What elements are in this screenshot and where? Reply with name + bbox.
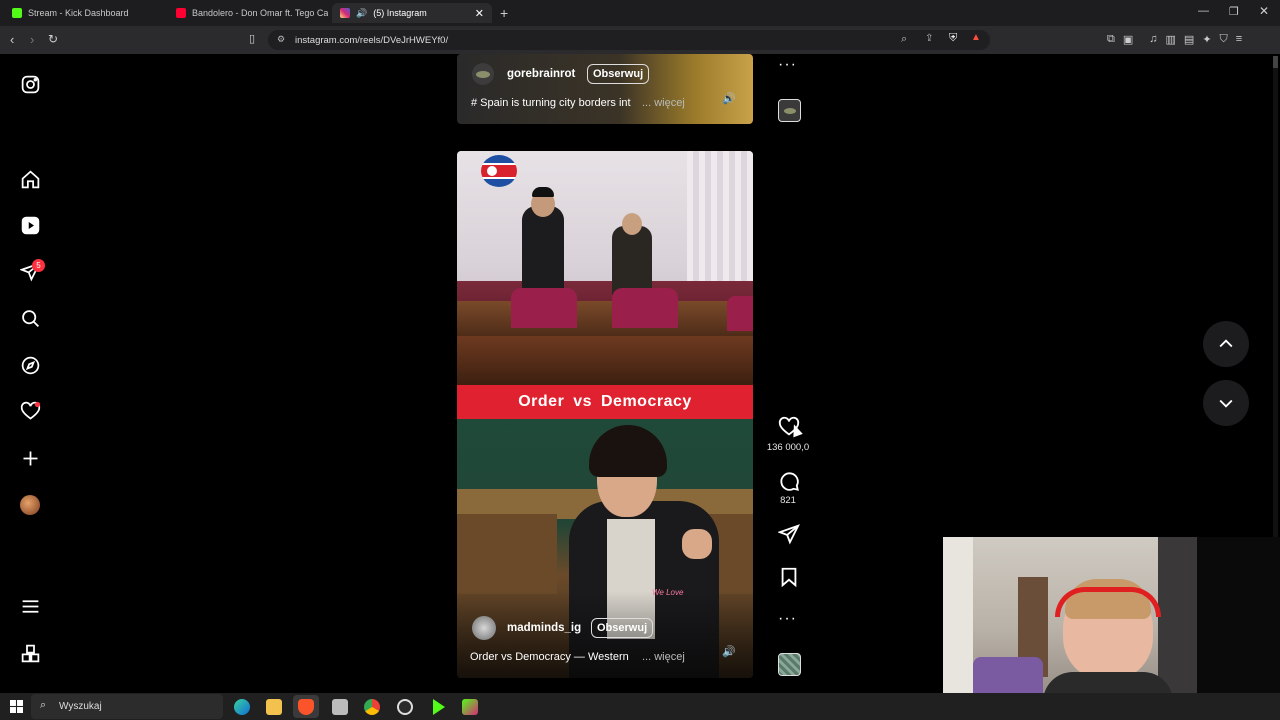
tab-label: Stream - Kick Dashboard	[28, 8, 129, 18]
windows-start-icon[interactable]	[10, 700, 23, 718]
reel-caption: Order vs Democracy — Western	[470, 651, 629, 663]
next-reel-button[interactable]	[1203, 380, 1249, 426]
comment-count[interactable]: 821	[758, 495, 818, 506]
kick-favicon-icon	[12, 8, 22, 18]
like-count[interactable]: 136 000,0	[758, 442, 818, 453]
profile-avatar[interactable]	[18, 493, 42, 517]
tab-label: Bandolero - Don Omar ft. Tego Calde	[192, 8, 328, 18]
brave-icon	[298, 699, 314, 715]
brave-shield-icon[interactable]: ⛨	[949, 32, 957, 45]
north-korea-flag-icon	[481, 155, 517, 187]
current-reel[interactable]: Order vs Democracy We Love madminds_ig O…	[457, 151, 753, 678]
minimize-icon[interactable]: —	[1198, 5, 1209, 17]
forward-icon[interactable]: ›	[30, 32, 34, 47]
search-icon[interactable]	[18, 306, 42, 330]
reel-author-avatar[interactable]	[472, 616, 496, 640]
sidebar-toggle-icon[interactable]: ▥	[1166, 33, 1176, 46]
follow-button[interactable]: Obserwuj	[591, 618, 654, 638]
share-icon[interactable]: ⇪	[925, 33, 933, 44]
leo-ai-icon[interactable]: ✦	[1202, 33, 1211, 46]
reel-title-text: Order vs Democracy	[518, 393, 692, 410]
brave-taskbar-active[interactable]	[293, 695, 319, 718]
more-menu-icon[interactable]	[18, 594, 42, 618]
comment-icon[interactable]	[778, 470, 800, 497]
caption-more-link[interactable]: ... więcej	[642, 97, 685, 109]
audio-thumbnail[interactable]	[778, 653, 801, 676]
tab-audio-icon[interactable]: 🔊	[356, 8, 367, 19]
save-bookmark-icon[interactable]	[778, 566, 800, 593]
youtube-favicon-icon	[176, 8, 186, 18]
url-text: instagram.com/reels/DVeJrHWEYf0/	[295, 34, 449, 46]
webcam-side-area	[1197, 537, 1280, 693]
restore-icon[interactable]: ❐	[1229, 5, 1239, 18]
reels-icon[interactable]	[18, 213, 42, 237]
reel-author-username[interactable]: madminds_ig	[507, 622, 581, 634]
app-icon[interactable]	[332, 699, 348, 715]
brave-rewards-icon[interactable]: ▲	[971, 32, 981, 43]
more-options-icon[interactable]: ···	[778, 56, 797, 74]
close-tab-icon[interactable]: ✕	[475, 7, 484, 20]
music-icon[interactable]: ♫	[1149, 33, 1157, 46]
notifications-heart-icon[interactable]	[18, 399, 42, 423]
app-icon[interactable]	[462, 699, 478, 715]
back-icon[interactable]: ‹	[10, 32, 14, 47]
zoom-icon[interactable]: ⌕	[901, 33, 907, 46]
reel-author-avatar[interactable]	[472, 63, 494, 85]
explore-icon[interactable]	[18, 353, 42, 377]
url-bar[interactable]: ⚙ instagram.com/reels/DVeJrHWEYf0/ ⌕ ⇪ ⛨…	[268, 30, 990, 50]
tab-youtube[interactable]: Bandolero - Don Omar ft. Tego Calde	[168, 3, 328, 23]
instagram-logo-icon[interactable]	[18, 72, 42, 96]
browser-tab-bar: Stream - Kick Dashboard Bandolero - Don …	[0, 0, 1280, 26]
obs-icon[interactable]	[397, 699, 413, 715]
scrollbar-thumb[interactable]	[1273, 56, 1278, 68]
close-window-icon[interactable]: ✕	[1259, 4, 1269, 18]
caption-more-link[interactable]: ... więcej	[642, 651, 685, 663]
site-info-icon[interactable]: ⚙	[277, 34, 285, 45]
more-options-icon[interactable]: ···	[778, 610, 797, 628]
taskbar-search-text: Wyszukaj	[59, 701, 102, 712]
kick-taskbar-icon[interactable]	[430, 699, 446, 715]
volume-icon[interactable]: 🔊	[722, 645, 736, 658]
bookmark-icon[interactable]: ▯	[249, 32, 255, 45]
previous-reel-button[interactable]	[1203, 321, 1249, 367]
reel-video-desk	[457, 336, 753, 386]
also-from-meta-icon[interactable]	[18, 641, 42, 665]
reel-author-username[interactable]: gorebrainrot	[507, 68, 575, 80]
home-icon[interactable]	[18, 167, 42, 191]
tab-instagram[interactable]: 🔊 (5) Instagram ✕	[332, 3, 492, 23]
vpn-shield-icon[interactable]: ⛉	[1220, 33, 1228, 46]
search-icon: ⌕	[40, 699, 47, 711]
screenshot-icon[interactable]: ▣	[1123, 33, 1133, 46]
reload-icon[interactable]: ↻	[48, 32, 58, 46]
notifications-badge: 5	[32, 259, 45, 272]
instagram-favicon-icon	[340, 8, 350, 18]
tab-kick-dashboard[interactable]: Stream - Kick Dashboard	[4, 3, 164, 23]
new-tab-button[interactable]: +	[500, 5, 508, 21]
extensions-icon[interactable]: ⧉	[1107, 33, 1115, 46]
share-icon[interactable]	[777, 523, 800, 550]
volume-icon[interactable]: 🔊	[722, 92, 736, 105]
audio-thumbnail[interactable]	[778, 99, 801, 122]
reel-caption: # Spain is turning city borders int	[471, 97, 631, 109]
file-explorer-icon[interactable]	[266, 699, 282, 715]
edge-icon[interactable]	[234, 699, 250, 715]
previous-reel[interactable]: gorebrainrot Obserwuj # Spain is turning…	[457, 54, 753, 124]
tab-label: (5) Instagram	[373, 8, 427, 18]
create-icon[interactable]	[18, 446, 42, 470]
taskbar-search[interactable]: ⌕ Wyszukaj	[31, 694, 223, 719]
follow-button[interactable]: Obserwuj	[587, 64, 650, 84]
chrome-icon[interactable]	[364, 699, 380, 715]
wallet-icon[interactable]: ▤	[1184, 33, 1194, 46]
reel-title-banner: Order vs Democracy	[457, 385, 753, 419]
browser-extensions: ⧉ ▣ ♫ ▥ ▤ ✦ ⛉ ≡	[1107, 33, 1242, 46]
menu-icon[interactable]: ≡	[1236, 33, 1242, 46]
